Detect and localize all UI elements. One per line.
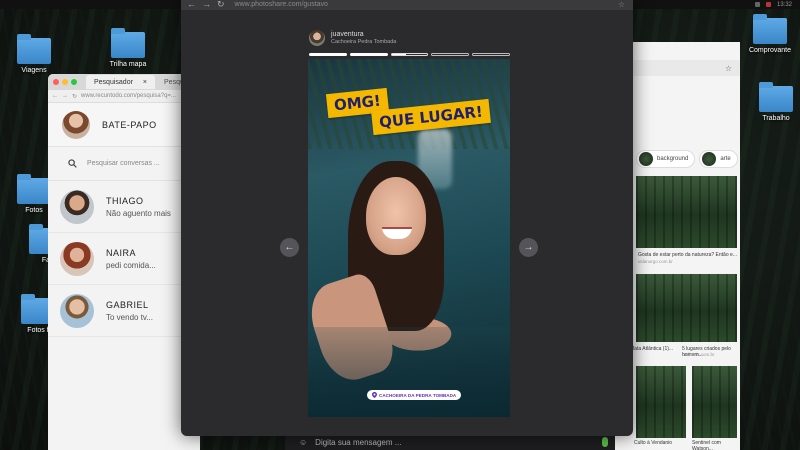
result-caption: Sentinel com Watson... [692,440,721,450]
chip-label: background [657,156,689,162]
folder-icon [759,82,793,112]
folder-icon [111,28,145,58]
progress-segment [472,53,510,56]
next-story-button[interactable]: → [519,238,538,257]
result-caption: Mata Atlântica (1)... [630,346,674,352]
avatar [60,241,94,276]
contact-name: GABRIEL [106,299,149,310]
forward-icon[interactable]: → [62,93,68,99]
photo-water [308,327,510,417]
progress-segment [309,53,347,56]
story-author[interactable]: juaventura Cachoeira Pedra Tombada [309,30,396,46]
folder-label: Trabalho [762,115,790,122]
folder-label: Trilha mapa [109,61,147,68]
maximize-window-icon[interactable] [71,79,77,85]
back-icon[interactable]: ← [52,93,58,99]
message-compose[interactable]: ☺ Digita sua mensagem ... [285,434,615,450]
address-bar[interactable]: ← → ↻ www.recuntodo.com/pesquisa?q=... [48,90,200,103]
contact-last-message: pedi comida... [106,260,156,270]
browser-toolbar: ← → ↻ www.photoshare.com/gustavo ☆ [181,0,633,10]
result-image[interactable] [636,366,686,438]
avatar [309,30,325,46]
star-icon[interactable]: ☆ [725,64,732,73]
photoshare-window: ← → ↻ www.photoshare.com/gustavo ☆ juave… [181,0,633,436]
folder-trabalho[interactable]: Trabalho [746,82,800,122]
contact-name: THIAGO [106,195,144,206]
contact-last-message: Não aguento mais [106,208,171,218]
folder-icon [17,174,51,204]
result-caption: Gosta de estar perto da natureza? Então … [638,252,737,258]
chip-thumbnail [639,152,653,166]
story-photo[interactable]: OMG! QUE LUGAR! CACHOEIRA DA PEDRA TOMBA… [308,59,510,417]
microphone-icon[interactable] [602,437,608,447]
result-source: uslanorgo.com.br [638,259,673,264]
compose-placeholder: Digita sua mensagem ... [315,437,402,447]
reload-icon[interactable]: ↻ [217,0,225,9]
folder-label: Viagens [21,67,47,74]
star-icon[interactable]: ☆ [618,0,625,9]
photo-subject-face [366,177,426,255]
folder-label: Fotos [25,207,43,214]
contact-thiago[interactable]: THIAGO Não aguento mais [48,181,200,233]
location-pin-icon [372,392,377,398]
folder-comprovante[interactable]: Comprovante [740,14,800,54]
related-chips: background arte [636,150,738,168]
story-progress [309,53,510,56]
avatar [60,293,94,328]
result-caption: Culto à Vendanio [634,440,673,446]
result-image[interactable] [692,366,737,438]
folder-label: Comprovante [748,47,792,54]
close-tab-icon[interactable]: × [143,79,147,86]
folder-viagens[interactable]: Viagens [4,34,64,74]
window-titlebar: Pesquisador × Pesquisar [48,74,200,90]
search-icon [68,159,77,168]
arrow-right-icon: → [523,242,534,253]
chip-label: arte [720,156,731,162]
progress-segment [431,53,470,56]
contact-name: NAIRA [106,247,137,258]
reload-icon[interactable]: ↻ [72,93,77,100]
emoji-icon[interactable]: ☺ [299,438,307,447]
folder-label: Fotos f [27,327,49,334]
contact-gabriel[interactable]: GABRIEL To vendo tv... [48,285,200,337]
tab-pesquisador[interactable]: Pesquisador × [86,75,156,89]
avatar [62,110,90,139]
folder-icon [17,34,51,64]
chip-background[interactable]: background [636,150,696,168]
result-image[interactable] [636,274,737,342]
close-window-icon[interactable] [53,79,59,85]
story-location: Cachoeira Pedra Tombada [331,39,397,45]
chat-title: BATE-PAPO [102,119,157,130]
forward-icon[interactable]: → [202,0,211,9]
avatar [60,189,94,224]
progress-segment [349,53,388,56]
url-text: www.photoshare.com/gustavo [234,0,328,8]
folder-icon [753,14,787,44]
contact-naira[interactable]: NAIRA pedi comida... [48,233,200,285]
chat-window: Pesquisador × Pesquisar ← → ↻ www.recunt… [48,74,200,450]
contact-last-message: To vendo tv... [106,312,153,322]
battery-icon [765,2,771,7]
folder-trilha-mapa[interactable]: Trilha mapa [98,28,158,68]
status-icon [754,2,760,7]
story-username: juaventura [331,31,364,38]
search-placeholder: Pesquisar conversas ... [87,160,160,167]
search-conversations[interactable]: Pesquisar conversas ... [48,147,200,181]
location-tag-text: CACHOEIRA DA PEDRA TOMBADA [379,392,457,398]
previous-story-button[interactable]: ← [280,238,299,257]
minimize-window-icon[interactable] [62,79,68,85]
arrow-left-icon: ← [284,242,295,253]
url-text: www.recuntodo.com/pesquisa?q=... [81,93,176,99]
chat-header: BATE-PAPO [48,103,200,147]
back-icon[interactable]: ← [187,0,196,9]
chip-arte[interactable]: arte [699,150,738,168]
result-image[interactable] [636,176,737,248]
progress-segment [390,53,429,56]
address-bar[interactable]: www.photoshare.com/gustavo ☆ [235,0,625,9]
location-tag[interactable]: CACHOEIRA DA PEDRA TOMBADA [367,390,462,400]
result-source: cederem.com.br [682,352,715,357]
clock: 13:32 [776,1,792,8]
tab-label: Pesquisador [94,78,133,86]
chip-thumbnail [702,152,717,166]
